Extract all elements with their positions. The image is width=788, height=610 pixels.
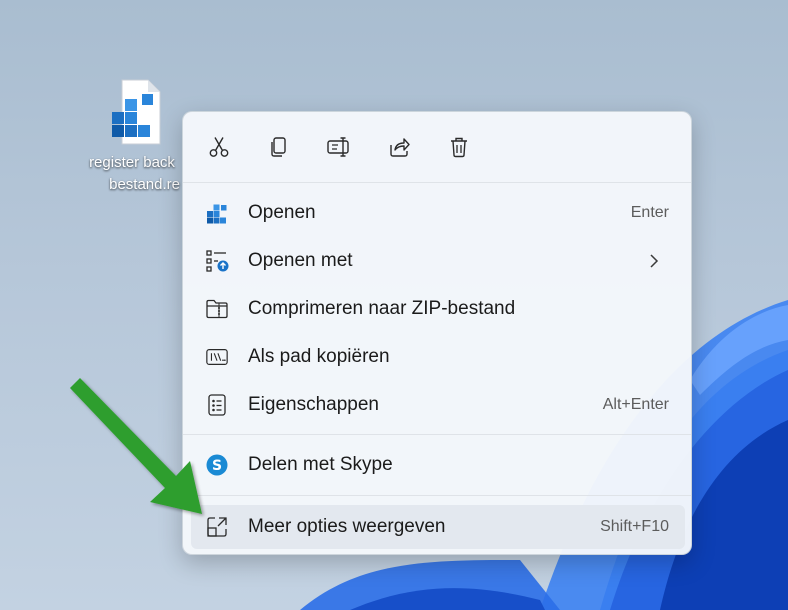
- menu-item-label: Eigenschappen: [248, 394, 379, 415]
- menu-item-shortcut: Alt+Enter: [602, 396, 669, 413]
- menu-separator: [183, 182, 691, 183]
- menu-item-label: Delen met Skype: [248, 454, 393, 475]
- properties-icon: [205, 393, 229, 417]
- copy-icon: [271, 137, 286, 157]
- menu-separator: [183, 434, 691, 435]
- rename-button[interactable]: [321, 129, 357, 165]
- open-with-icon: [205, 249, 229, 273]
- menu-separator: [183, 495, 691, 496]
- copy-path-icon: [205, 345, 229, 369]
- rename-icon: [327, 137, 349, 157]
- file-label-line2: bestand.re: [109, 176, 180, 193]
- registry-file-icon: [112, 79, 161, 145]
- menu-item-label: Meer opties weergeven: [248, 516, 446, 537]
- cut-button[interactable]: [201, 129, 237, 165]
- menu-item-copy-as-path[interactable]: Als pad kopiëren: [191, 335, 685, 379]
- menu-item-label: Als pad kopiëren: [248, 346, 390, 367]
- menu-item-label: Openen met: [248, 250, 353, 271]
- chevron-right-icon: [650, 254, 659, 268]
- skype-icon: S: [205, 453, 229, 477]
- zip-folder-icon: [205, 297, 229, 321]
- registry-icon: [205, 201, 229, 225]
- delete-button[interactable]: [441, 129, 477, 165]
- scissors-icon: [209, 137, 229, 157]
- menu-item-label: Comprimeren naar ZIP-bestand: [248, 298, 516, 319]
- menu-item-open[interactable]: Openen Enter: [191, 191, 685, 235]
- menu-item-label: Openen: [248, 202, 316, 223]
- menu-item-shortcut: Shift+F10: [600, 518, 669, 535]
- menu-item-properties[interactable]: Eigenschappen Alt+Enter: [191, 383, 685, 427]
- svg-text:S: S: [212, 458, 222, 474]
- trash-icon: [451, 137, 467, 158]
- share-button[interactable]: [381, 129, 417, 165]
- share-icon: [390, 138, 410, 157]
- menu-item-compress-zip[interactable]: Comprimeren naar ZIP-bestand: [191, 287, 685, 331]
- desktop-file-label: register back bestand.re: [80, 152, 184, 196]
- menu-item-show-more-options[interactable]: Meer opties weergeven Shift+F10: [191, 505, 685, 549]
- context-menu: Openen Enter Openen met Comprimeren naar…: [182, 111, 692, 555]
- context-menu-toolbar: [183, 112, 691, 182]
- more-options-icon: [205, 515, 229, 539]
- copy-button[interactable]: [261, 129, 297, 165]
- menu-item-shortcut: Enter: [630, 204, 669, 221]
- menu-item-open-with[interactable]: Openen met: [191, 239, 685, 283]
- file-label-line1: register back: [89, 154, 175, 171]
- menu-item-share-skype[interactable]: S Delen met Skype: [191, 443, 685, 487]
